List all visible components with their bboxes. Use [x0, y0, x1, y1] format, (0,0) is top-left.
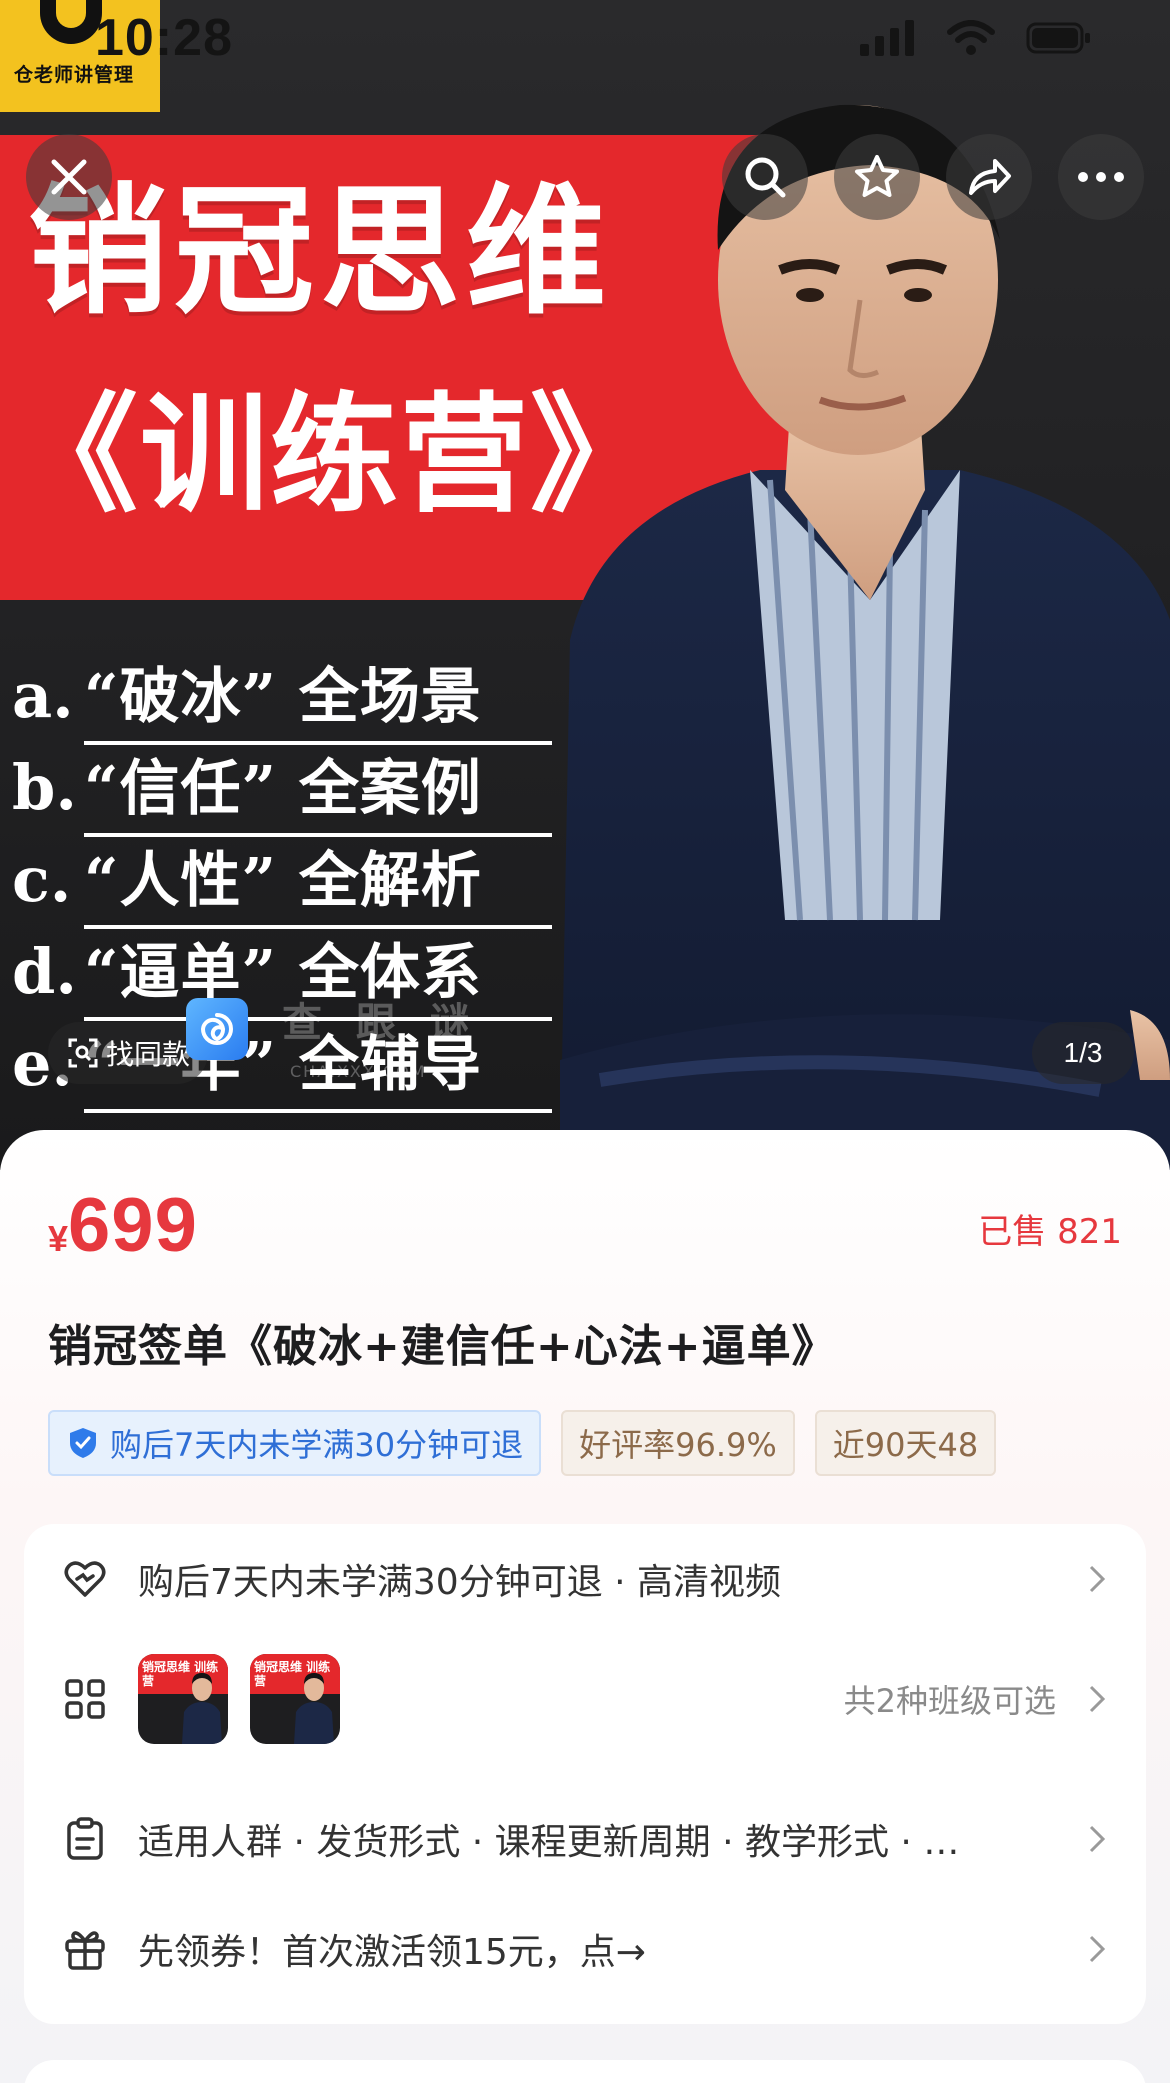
refund-tag-label: 购后7天内未学满30分钟可退	[110, 1426, 524, 1464]
brand-logo-mark	[40, 0, 102, 44]
hero-bullet: b. “信任” 全案例	[12, 740, 552, 837]
chevron-right-icon	[1082, 1819, 1112, 1859]
battery-icon	[1026, 22, 1090, 54]
next-section-card	[24, 2060, 1146, 2083]
hero-bullet-text: “信任” 全案例	[84, 740, 552, 837]
close-icon	[51, 159, 87, 195]
signal-icon	[860, 20, 914, 56]
class-thumbnail[interactable]: 销冠思维 训练营	[250, 1654, 340, 1744]
scan-icon	[68, 1038, 98, 1068]
clipboard-icon	[62, 1816, 108, 1862]
chevron-right-icon	[1082, 1559, 1112, 1599]
hero-bullet-text: “破冰” 全场景	[84, 648, 552, 745]
product-tags: 购后7天内未学满30分钟可退 好评率96.9% 近90天48	[48, 1410, 1122, 1476]
price-currency: ¥	[48, 1218, 69, 1259]
wifi-icon	[947, 20, 995, 55]
hero-bullet-text: “人性” 全解析	[84, 832, 552, 929]
more-button[interactable]	[1058, 134, 1144, 220]
chevron-right-icon	[1082, 1929, 1112, 1969]
search-button[interactable]	[722, 134, 808, 220]
thumb-person	[294, 1673, 334, 1744]
instructor-photo	[560, 104, 1170, 1170]
attributes-row[interactable]: 适用人群 · 发货形式 · 课程更新周期 · 教学形式 · …	[24, 1784, 1146, 1894]
close-button[interactable]	[26, 134, 112, 220]
shield-check-icon	[70, 1428, 96, 1458]
class-thumbnail[interactable]: 销冠思维 训练营	[138, 1654, 228, 1744]
thumb-person	[182, 1673, 222, 1744]
guarantee-text: 购后7天内未学满30分钟可退 · 高清视频	[138, 1562, 782, 1603]
coupon-row[interactable]: 先领券！首次激活领15元，点→	[24, 1894, 1146, 2004]
price-row: ¥699 已售 821	[48, 1182, 1122, 1272]
hero-bullet: a. “破冰” 全场景	[12, 648, 552, 745]
share-button[interactable]	[946, 134, 1032, 220]
coupon-text: 先领券！首次激活领15元，点→	[138, 1932, 646, 1973]
hero-title: 销冠思维	[28, 170, 613, 334]
ai-assistant-button[interactable]	[186, 998, 248, 1060]
share-icon	[969, 159, 1011, 195]
hero-subtitle: 《训练营》	[10, 380, 661, 530]
search-icon	[745, 157, 786, 198]
more-icon	[1078, 172, 1124, 182]
product-title: 销冠签单《破冰+建信任+心法+逼单》	[48, 1321, 837, 1372]
details-card: 购后7天内未学满30分钟可退 · 高清视频 销冠思维 训练营 销冠思维 训练营 …	[24, 1524, 1146, 2024]
heart-shield-icon	[62, 1556, 108, 1602]
favorite-button[interactable]	[834, 134, 920, 220]
recent-sales-tag[interactable]: 近90天48	[814, 1410, 997, 1476]
watermark-sub: CHA.XXX.COM	[290, 1062, 427, 1081]
class-options-row[interactable]: 销冠思维 训练营 销冠思维 训练营 共2种班级可选	[24, 1644, 1146, 1754]
find-similar-label: 找同款	[106, 1038, 191, 1071]
price: ¥699	[48, 1182, 198, 1269]
star-icon	[855, 155, 899, 197]
status-bar-time: 10:28	[95, 9, 233, 67]
product-info-panel: ¥699 已售 821 销冠签单《破冰+建信任+心法+逼单》 购后7天内未学满3…	[0, 1130, 1170, 2083]
hero-bullet-letter: d.	[12, 935, 77, 1008]
refund-tag[interactable]: 购后7天内未学满30分钟可退	[48, 1410, 542, 1476]
hero-bullet: c. “人性” 全解析	[12, 832, 552, 929]
sold-count: 已售 821	[978, 1212, 1122, 1252]
rating-tag[interactable]: 好评率96.9%	[561, 1410, 795, 1476]
hero-bullet-letter: a.	[12, 659, 74, 732]
find-similar-button[interactable]: 找同款	[48, 1022, 208, 1084]
swirl-icon	[200, 1013, 233, 1045]
product-image-carousel[interactable]: 仓老师讲管理 10:28 销冠思维 《训练营》 a. “破冰” 全场景 b. “	[0, 0, 1170, 1170]
grid-icon	[62, 1676, 108, 1722]
status-bar-icons	[860, 20, 1092, 56]
hero-bullet-letter: c.	[12, 843, 72, 916]
guarantee-row[interactable]: 购后7天内未学满30分钟可退 · 高清视频	[24, 1524, 1146, 1634]
gift-icon	[62, 1926, 108, 1972]
watermark: 查 跟 谜	[282, 999, 480, 1046]
class-options-count: 共2种班级可选	[843, 1682, 1056, 1720]
image-page-indicator: 1/3	[1032, 1022, 1134, 1084]
attributes-text: 适用人群 · 发货形式 · 课程更新周期 · 教学形式 · …	[138, 1822, 960, 1863]
chevron-right-icon	[1082, 1679, 1112, 1719]
hero-bullet-letter: b.	[12, 751, 77, 824]
price-amount: 699	[68, 1183, 198, 1268]
